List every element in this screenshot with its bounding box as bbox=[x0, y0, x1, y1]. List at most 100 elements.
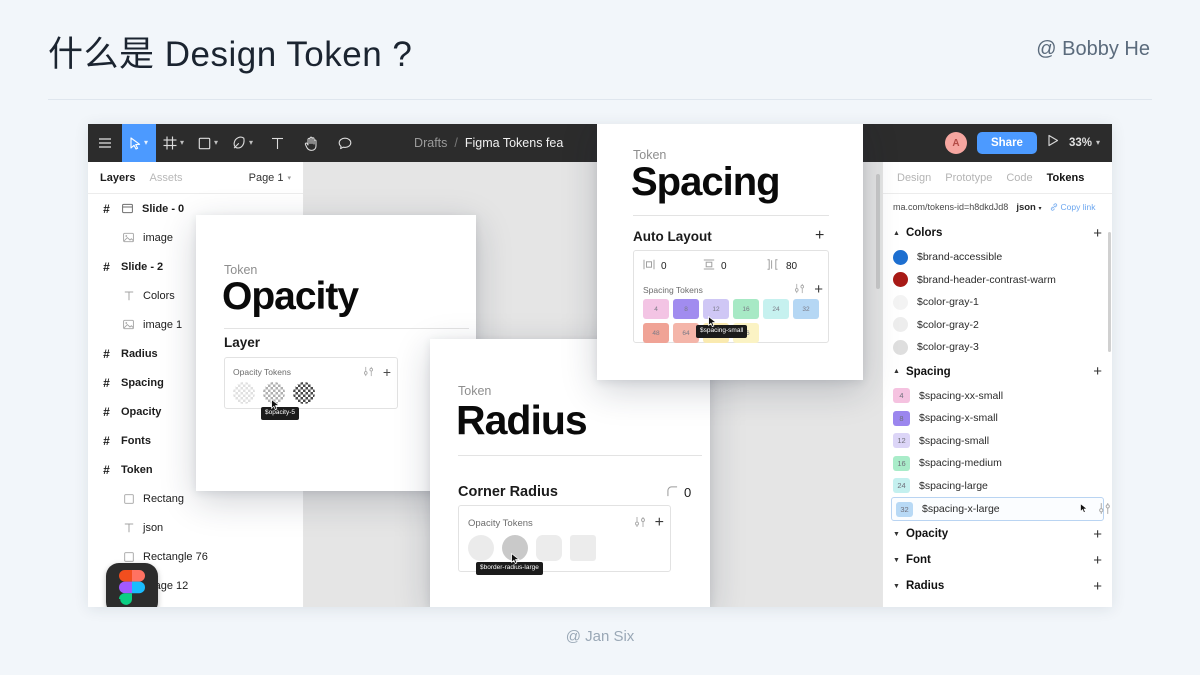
avatar[interactable]: A bbox=[944, 132, 967, 154]
chevron-down-icon[interactable]: ▾ bbox=[1096, 139, 1100, 147]
tokens-panel-scrollbar[interactable] bbox=[1108, 232, 1111, 352]
tokens-section-spacing[interactable]: ▲ Spacing + bbox=[883, 359, 1112, 385]
chevron-down-icon[interactable]: ▼ bbox=[893, 583, 900, 590]
breadcrumb-root[interactable]: Drafts bbox=[414, 136, 447, 150]
chevron-down-icon[interactable]: ▾ bbox=[180, 139, 184, 147]
color-swatch[interactable] bbox=[893, 317, 908, 333]
tokens-sections[interactable]: ▲ Colors + $brand-accessible $brand-header-c… bbox=[883, 220, 1112, 599]
tokens-url[interactable]: ma.com/tokens-id=h8dkdJd8 bbox=[893, 202, 1008, 212]
copy-link-button[interactable]: Copy link bbox=[1050, 202, 1095, 212]
spacing-swatch[interactable]: 24 bbox=[763, 299, 789, 319]
pen-tool[interactable]: ▾ bbox=[225, 124, 260, 162]
radius-swatch-row[interactable] bbox=[468, 535, 596, 561]
canvas-scrollbar[interactable] bbox=[876, 174, 880, 289]
tokens-section-font[interactable]: ▼ Font + bbox=[883, 547, 1112, 573]
add-token-button[interactable]: + bbox=[1093, 553, 1102, 568]
chevron-up-icon[interactable]: ▲ bbox=[893, 230, 900, 237]
spacing-swatch[interactable]: 16 bbox=[733, 299, 759, 319]
chevron-down-icon[interactable]: ▾ bbox=[214, 139, 218, 147]
tokens-section-opacity[interactable]: ▼ Opacity + bbox=[883, 521, 1112, 547]
token-item[interactable]: 16 $spacing-medium bbox=[883, 452, 1112, 475]
token-item[interactable]: 8 $spacing-x-small bbox=[883, 407, 1112, 430]
breadcrumb[interactable]: Drafts / Figma Tokens fea bbox=[414, 136, 563, 150]
share-button[interactable]: Share bbox=[976, 132, 1037, 154]
spacing-swatch[interactable]: 4 bbox=[643, 299, 669, 319]
tab-code[interactable]: Code bbox=[1006, 172, 1032, 184]
vertical-padding-field[interactable]: 0 bbox=[703, 259, 765, 273]
tab-tokens[interactable]: Tokens bbox=[1047, 172, 1085, 184]
tab-prototype[interactable]: Prototype bbox=[945, 172, 992, 184]
spacing-tokens-box[interactable]: 0 0 80 Spacing Tokens + 4 8 12 16 24 32 … bbox=[633, 250, 829, 343]
settings-sliders-icon[interactable] bbox=[363, 366, 374, 379]
token-item[interactable]: $color-gray-2 bbox=[883, 314, 1112, 337]
token-item[interactable]: $color-gray-1 bbox=[883, 291, 1112, 314]
chevron-down-icon[interactable]: ▼ bbox=[893, 557, 900, 564]
add-token-button[interactable]: + bbox=[1093, 579, 1102, 594]
item-spacing-field[interactable]: 80 bbox=[765, 259, 797, 273]
horizontal-padding-field[interactable]: 0 bbox=[643, 259, 703, 273]
tab-assets[interactable]: Assets bbox=[149, 172, 182, 184]
comment-tool[interactable] bbox=[328, 124, 362, 162]
opacity-swatch[interactable] bbox=[233, 382, 255, 404]
color-swatch[interactable] bbox=[893, 249, 908, 265]
zoom-control[interactable]: 33% ▾ bbox=[1069, 137, 1100, 149]
spacing-swatch[interactable]: 4 bbox=[893, 388, 910, 404]
radius-swatch[interactable] bbox=[536, 535, 562, 561]
token-item[interactable]: $color-gray-3 bbox=[883, 336, 1112, 359]
spacing-swatch[interactable]: 12 bbox=[893, 433, 910, 449]
token-item[interactable]: 12 $spacing-small bbox=[883, 430, 1112, 453]
token-item[interactable]: $brand-header-contrast-warm bbox=[883, 269, 1112, 292]
corner-radius-field[interactable]: 0 bbox=[667, 485, 691, 500]
add-token-button[interactable]: + bbox=[1093, 364, 1102, 379]
spacing-swatch[interactable]: 24 bbox=[893, 478, 910, 494]
opacity-tokens-box[interactable]: Opacity Tokens + $opacity-5 bbox=[224, 357, 398, 420]
token-item[interactable]: $brand-accessible bbox=[883, 246, 1112, 269]
spacing-swatch[interactable]: 16 bbox=[893, 455, 910, 471]
color-swatch[interactable] bbox=[893, 339, 908, 355]
opacity-swatch[interactable] bbox=[293, 382, 315, 404]
tab-layers[interactable]: Layers bbox=[100, 172, 135, 184]
add-spacing-token-button[interactable]: + bbox=[814, 282, 823, 297]
tab-design[interactable]: Design bbox=[897, 172, 931, 184]
settings-sliders-icon[interactable] bbox=[794, 283, 805, 296]
token-item[interactable]: 32 $spacing-x-large bbox=[891, 497, 1110, 521]
spacing-swatch[interactable]: 48 bbox=[643, 323, 669, 343]
spacing-swatch[interactable]: 32 bbox=[896, 501, 913, 517]
settings-sliders-icon[interactable] bbox=[1098, 502, 1111, 518]
add-token-button[interactable]: + bbox=[1093, 527, 1102, 542]
add-opacity-token-button[interactable]: + bbox=[383, 365, 391, 379]
add-auto-layout-button[interactable]: + bbox=[815, 228, 824, 244]
add-token-button[interactable]: + bbox=[1093, 226, 1102, 241]
hand-tool[interactable] bbox=[294, 124, 328, 162]
tokens-url-row[interactable]: ma.com/tokens-id=h8dkdJd8 json ▾ Copy li… bbox=[883, 194, 1112, 220]
spacing-swatch[interactable]: 32 bbox=[793, 299, 819, 319]
tokens-section-radius[interactable]: ▼ Radius + bbox=[883, 573, 1112, 599]
chevron-down-icon[interactable]: ▾ bbox=[249, 139, 253, 147]
move-tool[interactable]: ▾ bbox=[122, 124, 156, 162]
token-item[interactable]: 24 $spacing-large bbox=[883, 475, 1112, 498]
auto-layout-fields[interactable]: 0 0 80 bbox=[643, 259, 823, 273]
token-item[interactable]: 4 $spacing-xx-small bbox=[883, 385, 1112, 408]
page-selector[interactable]: Page 1 ▾ bbox=[249, 172, 291, 184]
text-tool[interactable] bbox=[260, 124, 294, 162]
add-radius-token-button[interactable]: + bbox=[655, 515, 664, 531]
spacing-token-card[interactable]: Token Spacing Auto Layout + 0 0 80 Spaci… bbox=[597, 124, 863, 380]
breadcrumb-document[interactable]: Figma Tokens fea bbox=[465, 136, 563, 150]
chevron-down-icon[interactable]: ▾ bbox=[144, 139, 148, 147]
color-swatch[interactable] bbox=[893, 294, 908, 310]
chevron-down-icon[interactable]: ▼ bbox=[893, 531, 900, 538]
radius-swatch[interactable] bbox=[570, 535, 596, 561]
spacing-swatch[interactable]: 8 bbox=[673, 299, 699, 319]
hamburger-icon[interactable] bbox=[88, 124, 122, 162]
format-selector[interactable]: json ▾ bbox=[1016, 202, 1041, 213]
settings-sliders-icon[interactable] bbox=[634, 516, 646, 531]
shape-tool[interactable]: ▾ bbox=[191, 124, 225, 162]
radius-swatch[interactable] bbox=[468, 535, 494, 561]
color-swatch[interactable] bbox=[893, 272, 908, 288]
spacing-swatch[interactable]: 8 bbox=[893, 410, 910, 426]
present-icon[interactable] bbox=[1047, 134, 1059, 152]
radius-tokens-box[interactable]: Opacity Tokens + $border-radius-large bbox=[458, 505, 671, 575]
frame-tool[interactable]: ▾ bbox=[156, 124, 191, 162]
chevron-up-icon[interactable]: ▲ bbox=[893, 368, 900, 375]
tokens-section-colors[interactable]: ▲ Colors + bbox=[883, 220, 1112, 246]
